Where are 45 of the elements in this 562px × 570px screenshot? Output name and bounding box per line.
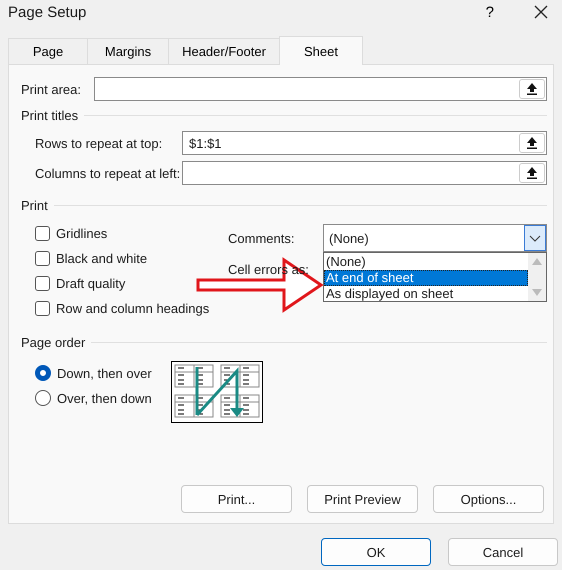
tab[interactable]: Page (8, 38, 88, 64)
caret-button[interactable] (524, 225, 546, 251)
dialog-button[interactable]: Cancel (448, 538, 558, 566)
field-label: Columns to repeat at left: (35, 166, 182, 180)
field-value: $1:$1 (189, 136, 223, 150)
section-heading: Page order (21, 334, 86, 350)
checkbox[interactable] (35, 250, 50, 266)
field-label: Print area: (21, 82, 82, 96)
checkbox-label[interactable]: Black and white (56, 250, 148, 266)
collapse-button[interactable] (519, 163, 545, 183)
checkbox-label[interactable]: Gridlines (56, 226, 108, 240)
upload-icon (527, 137, 537, 149)
window-title: Page Setup (8, 4, 88, 20)
range-field[interactable]: $1:$1 (182, 131, 547, 155)
caret-icon (529, 234, 541, 242)
checkbox[interactable] (35, 226, 50, 240)
section-heading: Print (21, 198, 48, 212)
dropdown-option[interactable]: (None) (324, 254, 528, 270)
range-field[interactable] (182, 161, 547, 185)
help-button[interactable]: ? (486, 4, 494, 20)
radio-button[interactable] (35, 365, 51, 381)
collapse-button[interactable] (519, 133, 545, 153)
checkbox[interactable] (35, 300, 50, 316)
dialog-button[interactable]: Print... (181, 485, 292, 513)
radio-label[interactable]: Over, then down (57, 390, 152, 406)
radio-label[interactable]: Down, then over (57, 366, 152, 380)
dropdown-option[interactable]: At end of sheet (324, 270, 528, 286)
dialog-button[interactable]: OK (321, 538, 431, 566)
checkbox-label[interactable]: Draft quality (56, 276, 126, 290)
collapse-button[interactable] (519, 79, 545, 99)
upload-icon (527, 167, 537, 179)
radio-button[interactable] (35, 390, 51, 406)
close-icon[interactable] (534, 5, 548, 19)
dialog-button[interactable]: Options... (433, 485, 544, 513)
dropdown-option[interactable]: As displayed on sheet (324, 286, 528, 302)
tab[interactable]: Sheet (279, 36, 363, 65)
upload-icon (527, 83, 537, 95)
checkbox-label[interactable]: Row and column headings (56, 300, 210, 316)
field-label: Comments: (228, 230, 296, 246)
print-area-field[interactable] (94, 77, 547, 101)
field-label: Rows to repeat at top: (35, 136, 164, 150)
comments-dropdown[interactable]: (None) (323, 224, 547, 252)
section-heading: Print titles (21, 108, 78, 122)
checkbox[interactable] (35, 276, 50, 290)
dialog-button[interactable]: Print Preview (307, 485, 418, 513)
